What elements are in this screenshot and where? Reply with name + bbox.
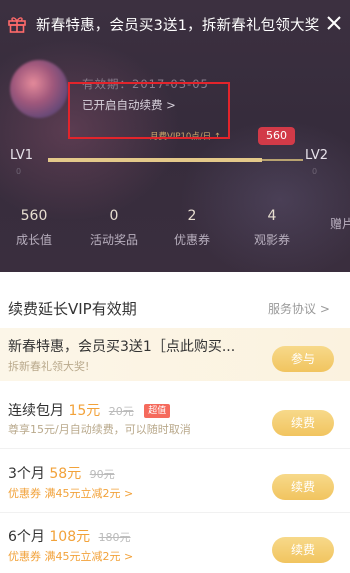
divider [0, 512, 350, 513]
stat-label: 赠片 [329, 217, 350, 231]
stat-value: 560 [20, 208, 48, 224]
offer-price: 15元 [68, 403, 101, 419]
promo-banner[interactable]: 新春特惠，会员买3送1，拆新春礼包领大奖 [0, 0, 350, 48]
stat-gift-films[interactable]: 赠片 [322, 208, 350, 232]
renew-button-monthly[interactable]: 续费 [272, 410, 334, 436]
offer-price: 58元 [49, 466, 82, 482]
highlight-box [68, 82, 230, 139]
renew-button-6-months[interactable]: 续费 [272, 537, 334, 563]
level-progress-fill [48, 158, 262, 162]
stat-label: 优惠券 [173, 233, 210, 247]
divider [0, 448, 350, 449]
stat-value: 4 [267, 208, 277, 224]
join-button[interactable]: 参与 [272, 346, 334, 372]
stat-label: 活动奖品 [89, 233, 138, 247]
stat-prizes[interactable]: 0 活动奖品 [84, 208, 144, 248]
renew-button-3-months[interactable]: 续费 [272, 474, 334, 500]
close-icon[interactable] [326, 15, 342, 31]
offer-price: 108元 [49, 529, 91, 545]
offer-row-monthly: 连续包月 15元 20元 超值 [8, 400, 171, 420]
service-agreement-link[interactable]: 服务协议 > [268, 300, 330, 317]
offer-original-price: 180元 [98, 531, 131, 544]
stat-growth[interactable]: 560 成长值 [14, 208, 54, 248]
vip-header: 新春特惠，会员买3送1，拆新春礼包领大奖 有效期：2017-03-05 已开启自… [0, 0, 350, 272]
offer-name: 3个月 [8, 466, 45, 482]
offer-desc: 尊享15元/月自动续费，可以随时取消 [8, 423, 191, 436]
offer-name: 连续包月 [8, 403, 64, 419]
level-next-value: 0 [312, 167, 318, 176]
promo-banner-text: 新春特惠，会员买3送1，拆新春礼包领大奖 [36, 18, 320, 34]
offer-row-6-months: 6个月 108元 180元 [8, 526, 131, 546]
stat-coupons[interactable]: 2 优惠券 [168, 208, 216, 248]
level-next: LV2 [305, 148, 328, 163]
stat-value: 0 [109, 208, 119, 224]
avatar[interactable] [10, 60, 68, 118]
offer-row-3-months: 3个月 58元 90元 [8, 463, 115, 483]
coupon-link[interactable]: 优惠券 满45元立减2元 > [8, 485, 133, 501]
coupon-link[interactable]: 优惠券 满45元立减2元 > [8, 548, 133, 564]
points-badge: 560 [258, 127, 295, 145]
stat-label: 成长值 [15, 233, 52, 247]
offer-name: 6个月 [8, 529, 45, 545]
stat-value: 2 [187, 208, 197, 224]
value-tag: 超值 [144, 404, 171, 418]
offer-original-price: 90元 [89, 468, 115, 481]
section-title: 续费延长VIP有效期 [8, 300, 137, 318]
stat-label: 观影券 [253, 233, 290, 247]
offer-name: 新春特惠，会员买3送1［点此购买... [8, 339, 236, 355]
level-current: LV1 [10, 148, 33, 163]
gift-icon [8, 17, 26, 33]
stat-movie-tickets[interactable]: 4 观影券 [248, 208, 296, 248]
offer-original-price: 20元 [108, 405, 134, 418]
offer-desc: 拆新春礼领大奖! [8, 360, 90, 373]
level-current-value: 0 [16, 167, 22, 176]
